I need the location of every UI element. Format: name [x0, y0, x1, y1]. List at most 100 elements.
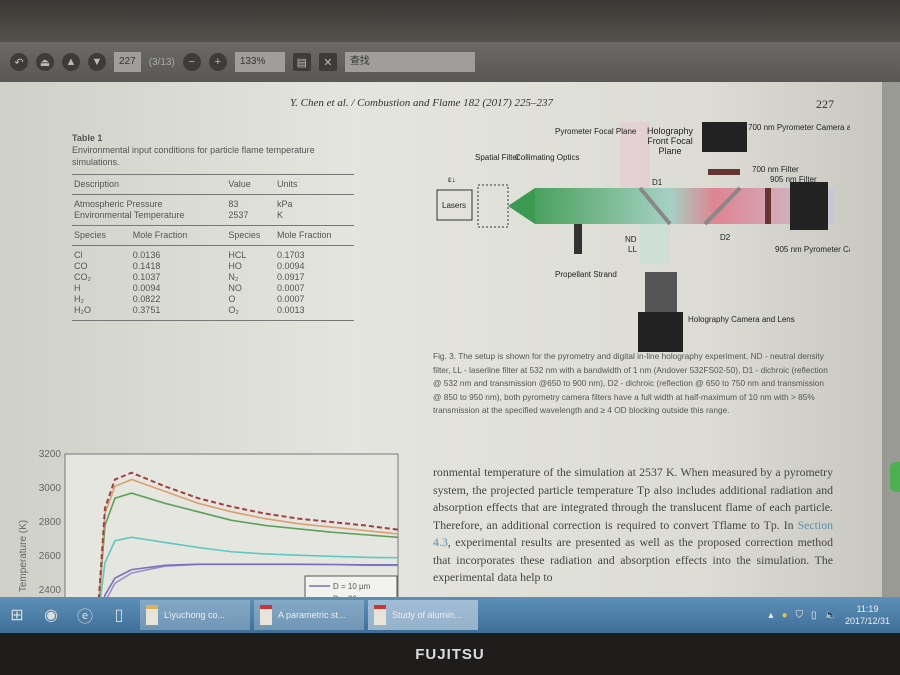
filter905-label: 905 nm Filter — [770, 175, 817, 184]
date: 2017/12/31 — [844, 616, 890, 626]
cell: 83 — [228, 199, 239, 209]
pdf-icon — [374, 605, 386, 625]
pyrometer-focal-label: Pyrometer Focal Plane — [555, 127, 637, 136]
task-pdf[interactable]: A parametric st... — [254, 600, 364, 630]
shield-icon[interactable]: ⛉ — [795, 610, 803, 621]
beam-expansion — [508, 188, 535, 224]
task-label: Study of alumin... — [392, 610, 462, 620]
cell: H₂O — [72, 305, 131, 321]
page-number: 227 — [816, 97, 834, 111]
app-icon[interactable]: ◉ — [34, 600, 68, 630]
eject-icon[interactable]: ⏏ — [36, 53, 54, 71]
col-header: Species — [226, 225, 275, 246]
cell: 0.0136 — [132, 250, 161, 260]
clock[interactable]: 11:19 2017/12/31 — [845, 603, 890, 627]
taskbar: ⊞ ◉ ⓔ ▯ L\yuchong co... A parametric st.… — [0, 597, 900, 633]
pdf-icon — [260, 605, 272, 625]
camera-905 — [790, 182, 828, 230]
figure-caption: Fig. 3. The setup is shown for the pyrom… — [433, 351, 828, 415]
y-tick-label: 2600 — [39, 551, 62, 562]
tools-icon[interactable]: ✕ — [318, 53, 337, 71]
running-header: Y. Chen et al. / Combustion and Flame 18… — [290, 97, 553, 109]
tray-app-icon[interactable]: ● — [781, 610, 787, 621]
table-row: Cl 0.0136 HCL 0.1703 — [72, 246, 354, 262]
prev-page-icon[interactable]: ▲ — [62, 53, 80, 71]
collimating-label: Collimating Optics — [515, 153, 579, 162]
zoom-select[interactable]: 133% — [234, 52, 285, 72]
cell: Environmental Temperature — [72, 210, 227, 226]
cell: O — [228, 294, 236, 304]
page-number-input[interactable]: 227 — [114, 52, 141, 72]
col-header: Mole Fraction — [130, 225, 227, 246]
y-tick-label: 2400 — [39, 585, 62, 596]
spatial-filter-label: Spatial Filter — [475, 153, 520, 162]
cell: N₂ — [228, 272, 239, 282]
holo-focal-label: Holography Front Focal Plane — [646, 126, 694, 156]
side-scroll-tab[interactable] — [890, 462, 900, 492]
body-text-part: , experimental results are presented as … — [433, 535, 833, 584]
cell: O₂ — [226, 305, 275, 321]
holography-camera — [638, 312, 683, 352]
task-folder[interactable]: L\yuchong co... — [140, 600, 250, 630]
cell: CO₂ — [74, 272, 91, 282]
tray-expand-icon[interactable]: ▴ — [768, 610, 773, 621]
d2-label: D2 — [720, 233, 731, 242]
print-icon[interactable]: ▤ — [292, 53, 311, 71]
pdf-toolbar: ↶ ⏏ ▲ ▼ 227 (3/13) − + 133% ▤ ✕ 查找 — [0, 42, 900, 82]
cell: 0.0013 — [274, 305, 354, 321]
lasers-label: Lasers — [442, 201, 466, 210]
cell: 0.0094 — [276, 261, 305, 271]
back-icon[interactable]: ↶ — [10, 53, 28, 71]
document-viewer[interactable]: Y. Chen et al. / Combustion and Flame 18… — [0, 82, 900, 597]
volume-icon[interactable]: 🔈 — [825, 610, 837, 621]
table-caption-text: Environmental input conditions for parti… — [72, 145, 315, 167]
browser-icon[interactable]: ⓔ — [68, 600, 102, 630]
system-tray: ▴ ● ⛉ ▯ 🔈 11:19 2017/12/31 — [768, 603, 900, 627]
camera-700 — [702, 122, 747, 152]
y-tick-label: 3200 — [39, 449, 62, 460]
table-row: CO 0.1418 HO 0.0094 — [72, 261, 354, 272]
cell: 0.0007 — [276, 283, 305, 293]
page-count: (3/13) — [148, 56, 175, 68]
network-icon[interactable]: ▯ — [811, 610, 817, 621]
cell: Cl — [74, 250, 83, 260]
y-tick-label: 3000 — [39, 483, 62, 494]
table-row: CO₂ 0.1037 N₂ 0.0917 — [72, 272, 354, 283]
screen-bezel-top — [0, 0, 900, 42]
next-page-icon[interactable]: ▼ — [88, 53, 106, 71]
cell: H — [74, 283, 81, 293]
table-title: Table 1 — [72, 133, 103, 143]
table-caption: Table 1 Environmental input conditions fo… — [72, 132, 362, 168]
folder-icon[interactable]: ▯ — [102, 600, 136, 630]
nd-label: ND — [625, 235, 637, 244]
start-button[interactable]: ⊞ — [0, 600, 34, 630]
zoom-out-icon[interactable]: − — [182, 53, 201, 71]
body-text: ronmental temperature of the simulation … — [433, 464, 833, 587]
cell: 0.3751 — [130, 305, 227, 321]
legend-label: D = 10 μm — [333, 582, 371, 591]
time: 11:19 — [856, 604, 879, 614]
task-pdf-active[interactable]: Study of alumin... — [368, 600, 478, 630]
brand-logo: FUJITSU — [415, 645, 485, 663]
y-tick-label: 2800 — [39, 517, 62, 528]
cell: 0.1037 — [132, 272, 161, 282]
cell: NO — [228, 283, 242, 293]
table-row: H 0.0094 NO 0.0007 — [72, 283, 354, 294]
cell: 0.0094 — [132, 283, 161, 293]
cell: 0.0917 — [276, 272, 305, 282]
cell: HO — [228, 261, 242, 271]
col-header: Value — [226, 174, 275, 195]
zoom-in-icon[interactable]: + — [208, 53, 227, 71]
strand-label: Propellant Strand — [555, 270, 617, 279]
propellant-strand — [574, 224, 582, 254]
cam700-label: 700 nm Pyrometer Camera and Lens — [748, 123, 850, 132]
col-header: Units — [274, 174, 354, 195]
beam-down — [640, 224, 670, 264]
filter700-label: 700 nm Filter — [752, 165, 799, 174]
setup-diagram: Lasers ε↓ Spatial Filter Collimating Opt… — [436, 122, 850, 352]
cam905-label: 905 nm Pyrometer Camera and Lens — [775, 245, 850, 254]
cell: HCL — [228, 250, 247, 260]
spatial-filter-box — [477, 184, 509, 228]
search-input[interactable]: 查找 — [344, 52, 475, 72]
filter-700 — [708, 169, 740, 175]
